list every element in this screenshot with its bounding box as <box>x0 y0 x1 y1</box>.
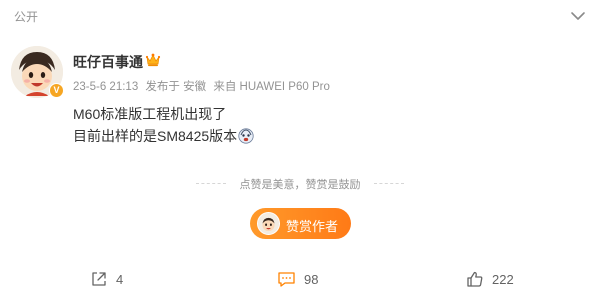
post-content: M60标准版工程机出现了 目前出样的是SM8425版本 <box>73 103 254 147</box>
reward-author-button[interactable]: 赞赏作者 <box>250 208 351 239</box>
post-source: 来自 HUAWEI P60 Pro <box>213 81 330 93</box>
post-text-line-with-emoji: 目前出样的是SM8425版本 <box>73 125 254 147</box>
reward-note-row: 点赞是美意，赞赏是鼓励 <box>0 176 600 191</box>
share-count: 4 <box>116 271 124 287</box>
divider-line <box>374 183 404 184</box>
like-count: 222 <box>492 271 514 287</box>
author-avatar-small <box>257 212 280 235</box>
share-action[interactable]: 4 <box>90 268 123 290</box>
thumbs-up-icon <box>467 271 483 287</box>
chevron-down-icon[interactable] <box>570 9 586 23</box>
post-meta: 23-5-6 21:13 发布于 安徽 来自 HUAWEI P60 Pro <box>73 78 334 94</box>
like-action[interactable]: 222 <box>466 268 514 290</box>
comment-count: 98 <box>304 271 319 287</box>
reward-note: 点赞是美意，赞赏是鼓励 <box>239 179 361 191</box>
verified-badge-icon: V <box>49 83 64 98</box>
emoji-icon <box>238 128 254 144</box>
author-name[interactable]: 旺仔百事通 <box>73 52 143 72</box>
crown-icon[interactable] <box>145 52 161 67</box>
visibility-label: 公开 <box>14 10 39 24</box>
post-location: 发布于 安徽 <box>145 81 207 93</box>
comment-icon <box>278 272 295 287</box>
post-action-bar: 4 98 222 <box>0 264 600 296</box>
comment-action[interactable]: 98 <box>277 268 318 290</box>
post-text-line: M60标准版工程机出现了 <box>73 106 227 122</box>
share-icon <box>92 272 106 286</box>
post-header-bar: 公开 <box>0 0 600 32</box>
reward-button-label: 赞赏作者 <box>286 219 339 234</box>
post-time[interactable]: 23-5-6 21:13 <box>73 81 138 93</box>
